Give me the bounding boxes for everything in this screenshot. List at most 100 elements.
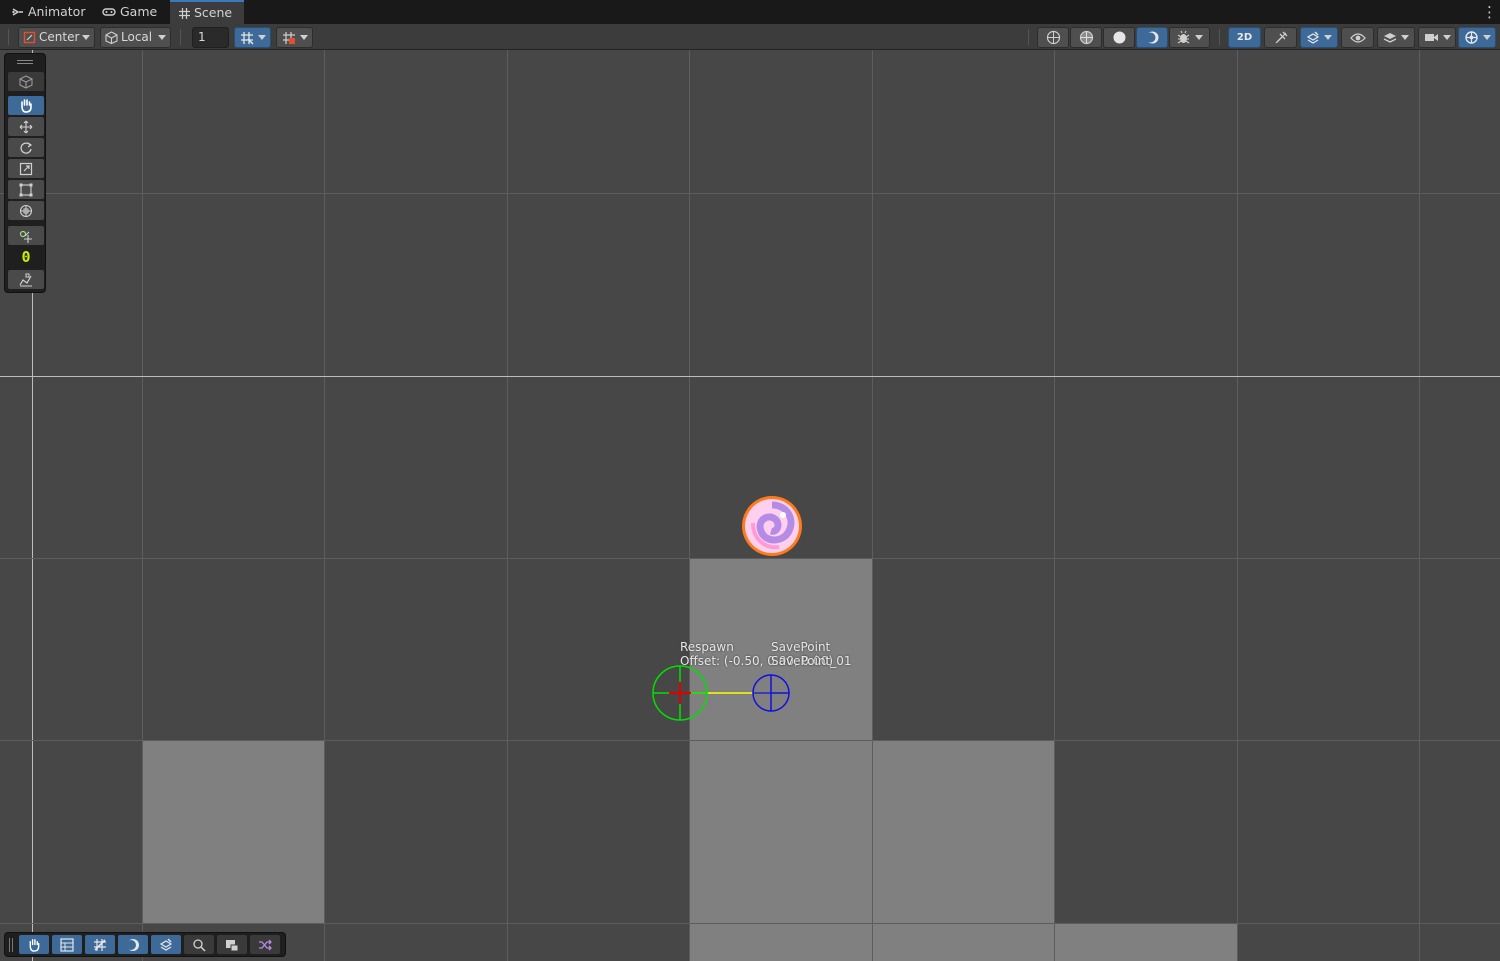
tab-game[interactable]: Game — [102, 0, 157, 24]
scene-viewport[interactable]: Respawn Offset: (-0.50, 0.00, 0.00) Save… — [0, 50, 1500, 961]
lighting-toggle[interactable] — [1264, 27, 1297, 48]
camera-preview-button[interactable] — [217, 935, 247, 954]
mode-2d-toggle[interactable]: 2D — [1228, 27, 1261, 48]
scene-visibility-toggle[interactable] — [1341, 27, 1374, 48]
custom-tool-icon — [19, 230, 32, 243]
view-cube-button[interactable] — [8, 72, 44, 91]
pivot-rotation-label: Local — [121, 30, 153, 44]
lighting-button[interactable] — [118, 935, 148, 954]
overlay-hand-button[interactable] — [19, 935, 49, 954]
custom-tool-button[interactable] — [8, 226, 44, 245]
layers-icon — [1383, 32, 1397, 43]
gizmos-icon — [1464, 31, 1478, 44]
zoom-magnifier-icon — [193, 938, 206, 952]
zoom-button[interactable] — [184, 935, 214, 954]
debug-bug-icon — [1177, 30, 1190, 44]
grid-axis-x — [0, 376, 1500, 377]
unlit-button[interactable] — [1136, 27, 1168, 48]
shuffle-random-icon — [259, 939, 272, 950]
shuffle-button[interactable] — [250, 935, 280, 954]
shaded-wireframe-button[interactable] — [1070, 27, 1102, 48]
lighting-off-icon — [1275, 31, 1287, 43]
respawn-label: Respawn — [680, 640, 734, 654]
effects-dropdown[interactable] — [1300, 27, 1338, 48]
layers-dropdown[interactable] — [1377, 27, 1415, 48]
grid-line — [872, 50, 873, 961]
camera-preview-icon — [226, 939, 239, 951]
pivot-mode-label: Center — [39, 30, 80, 44]
drag-handle[interactable] — [9, 938, 10, 952]
tab-label: Game — [120, 4, 158, 19]
grid-line — [1054, 50, 1055, 961]
chevron-down-icon — [1195, 35, 1203, 40]
gizmos-dropdown[interactable] — [1458, 27, 1496, 48]
chevron-down-icon — [1482, 35, 1491, 40]
scale-tool-icon — [19, 162, 33, 175]
shaded-button[interactable] — [1103, 27, 1135, 48]
drag-handle[interactable] — [17, 60, 33, 61]
shaded-wireframe-icon — [1079, 30, 1093, 45]
grid-line — [0, 193, 1500, 194]
toolbar-divider — [1219, 29, 1220, 45]
pivot-rotation-dropdown[interactable]: Local — [100, 27, 171, 48]
grid-line — [324, 50, 325, 961]
grid-paint-button[interactable] — [85, 935, 115, 954]
tab-label: Scene — [194, 5, 233, 20]
transform-tool-button[interactable] — [8, 201, 44, 220]
layers-stack-button[interactable] — [151, 935, 181, 954]
mode-2d-label: 2D — [1236, 32, 1253, 43]
lighting-icon — [126, 938, 139, 951]
tile-block-left — [142, 740, 324, 923]
savepoint-label: SavePoint — [771, 640, 831, 654]
pivot-mode-dropdown[interactable]: Center — [18, 27, 95, 48]
camera-icon — [1424, 34, 1438, 41]
tab-scene[interactable]: Scene — [170, 0, 244, 24]
visibility-eye-icon — [1349, 32, 1366, 43]
snap-increment-toggle[interactable] — [276, 27, 313, 48]
grid-line — [0, 923, 1500, 924]
rect-tool-button[interactable] — [8, 180, 44, 199]
grid-hash-icon — [179, 7, 190, 19]
scale-tool-button[interactable] — [8, 159, 44, 178]
tile-block-far-right — [1055, 923, 1237, 961]
grid-line — [1419, 50, 1420, 961]
scene-toolbar: Center Local 1 2D — [0, 24, 1500, 50]
snap-increment-icon — [282, 31, 295, 44]
tile-brush-button[interactable] — [8, 270, 44, 289]
move-tool-button[interactable] — [8, 117, 44, 136]
tab-label: Animator — [28, 4, 86, 19]
drag-handle[interactable] — [17, 63, 33, 64]
hand-tool-button[interactable] — [8, 96, 44, 115]
grid-line — [689, 50, 690, 961]
wireframe-shading-button[interactable] — [1037, 27, 1069, 48]
animator-icon — [12, 8, 23, 16]
grid-snap-value-field[interactable]: 1 — [192, 27, 229, 48]
rotate-tool-button[interactable] — [8, 138, 44, 157]
respawn-savepoint-gizmo[interactable] — [645, 660, 805, 730]
chevron-down-icon — [158, 35, 166, 40]
more-options-icon[interactable]: ⋮ — [1482, 3, 1497, 21]
move-tool-icon — [19, 120, 33, 133]
tool-counter: 0 — [21, 248, 31, 266]
local-cube-icon — [105, 31, 118, 44]
camera-settings-dropdown[interactable] — [1418, 27, 1456, 48]
drag-handle[interactable] — [12, 938, 13, 952]
player-sprite[interactable] — [739, 493, 805, 559]
hand-tool-icon — [21, 99, 32, 113]
tab-animator[interactable]: Animator — [12, 0, 85, 24]
grid-paint-icon — [94, 938, 106, 951]
tile-palette-button[interactable] — [52, 935, 82, 954]
grid-line — [0, 740, 1500, 741]
effects-layers-icon — [1306, 30, 1320, 44]
grid-snap-icon — [240, 31, 254, 45]
tile-brush-icon — [19, 273, 32, 286]
rect-tool-icon — [19, 183, 33, 196]
grid-line — [507, 50, 508, 961]
rotate-tool-icon — [20, 142, 33, 154]
window-tab-bar: Animator Game Scene ⋮ — [0, 0, 1500, 24]
debug-mode-dropdown[interactable] — [1169, 27, 1210, 48]
bottom-overlay-toolbar — [4, 932, 286, 957]
tile-block-right — [872, 740, 1055, 961]
grid-snap-toggle[interactable] — [234, 27, 271, 48]
tile-column-center — [689, 558, 872, 961]
